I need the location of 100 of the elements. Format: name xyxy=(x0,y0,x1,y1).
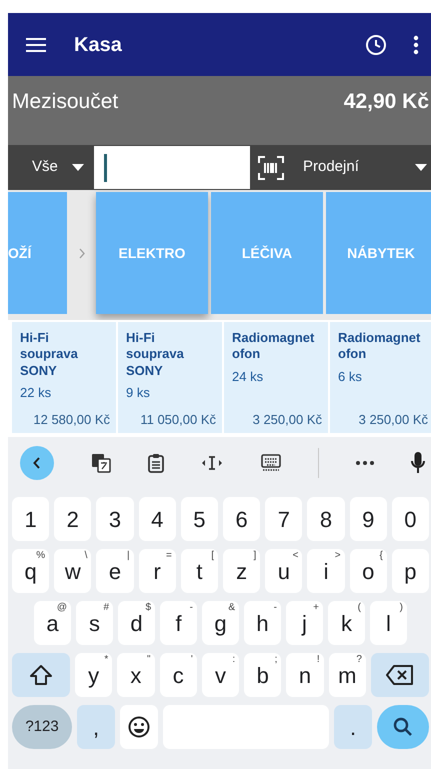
product-card[interactable]: Hi-Fi souprava SONY 22 ks 12 580,00 Kč xyxy=(12,322,116,433)
key-hint: + xyxy=(313,603,319,613)
key-hint: ] xyxy=(253,551,256,561)
keyboard-key[interactable]: u < xyxy=(265,549,302,593)
text-cursor-icon xyxy=(104,154,107,182)
keyboard-key[interactable]: t [ xyxy=(180,549,218,593)
keyboard-key[interactable]: 9 xyxy=(350,497,387,541)
backspace-key[interactable] xyxy=(370,653,429,697)
keyboard-key[interactable]: 7 xyxy=(265,497,302,541)
keyboard-key[interactable]: 4 xyxy=(138,497,176,541)
product-name: Radiomagnetofon xyxy=(232,330,316,362)
key-hint: @ xyxy=(56,603,67,613)
keyboard-key[interactable]: l ) xyxy=(370,601,407,645)
shift-arrow-icon xyxy=(29,664,53,686)
more-options-icon[interactable] xyxy=(413,34,419,54)
clock-icon[interactable] xyxy=(365,34,387,56)
smiley-icon xyxy=(128,716,150,738)
backspace-icon xyxy=(386,665,414,685)
key-hint: | xyxy=(127,551,130,561)
keyboard-key[interactable]: 6 xyxy=(223,497,260,541)
keyboard-key[interactable]: r = xyxy=(138,549,176,593)
key-hint: \ xyxy=(84,551,88,561)
shift-key[interactable] xyxy=(12,653,70,697)
keyboard-key[interactable]: d $ xyxy=(118,601,155,645)
back-button[interactable] xyxy=(20,446,54,480)
keyboard-key[interactable]: h - xyxy=(244,601,281,645)
product-stock: 24 ks xyxy=(232,368,264,386)
keyboard-icon[interactable] xyxy=(260,454,281,472)
keyboard-key[interactable]: z ] xyxy=(223,549,260,593)
product-card[interactable]: Hi-Fi souprava SONY 9 ks 11 050,00 Kč xyxy=(118,322,222,433)
keyboard-key[interactable]: 0 xyxy=(392,497,430,541)
keyboard-key[interactable]: g & xyxy=(202,601,239,645)
keyboard-key[interactable]: m ? xyxy=(328,653,366,697)
search-field[interactable] xyxy=(94,146,250,189)
comma-key[interactable]: , xyxy=(77,705,115,749)
key-hint: : xyxy=(232,655,236,665)
product-card[interactable]: Radiomagnetofon 6 ks 3 250,00 Kč xyxy=(330,322,431,433)
product-stock: 9 ks xyxy=(126,384,151,402)
text-cursor-move-icon[interactable] xyxy=(201,455,224,471)
chevron-left-icon xyxy=(33,457,41,469)
subtotal-label: Mezisoučet xyxy=(12,89,118,115)
emoji-key[interactable] xyxy=(120,705,158,749)
app-title: Kasa xyxy=(74,32,122,58)
keyboard-key[interactable]: 3 xyxy=(96,497,134,541)
product-card[interactable]: Radiomagnetofon 24 ks 3 250,00 Kč xyxy=(224,322,328,433)
more-icon[interactable] xyxy=(356,461,374,465)
product-name: Hi-Fi souprava SONY xyxy=(126,330,185,379)
keyboard-key[interactable]: 1 xyxy=(12,497,50,541)
key-hint: < xyxy=(292,551,298,561)
keyboard-key[interactable]: x " xyxy=(117,653,155,697)
keyboard-key[interactable]: v : xyxy=(202,653,240,697)
product-stock: 6 ks xyxy=(338,368,363,386)
key-hint: " xyxy=(147,655,151,665)
keyboard-key[interactable]: 8 xyxy=(307,497,345,541)
key-hint: % xyxy=(36,551,46,561)
keyboard-key[interactable]: o { xyxy=(350,549,387,593)
chevron-right-icon xyxy=(78,248,84,258)
translate-icon[interactable] xyxy=(91,453,112,473)
key-hint: ( xyxy=(358,603,361,613)
keyboard-key[interactable]: k ( xyxy=(328,601,365,645)
keyboard-key[interactable]: c ' xyxy=(160,653,197,697)
clipboard-icon[interactable] xyxy=(148,453,164,473)
key-hint: ! xyxy=(316,655,320,665)
keyboard-key[interactable]: q % xyxy=(12,549,50,593)
key-hint: $ xyxy=(145,603,151,613)
microphone-icon[interactable] xyxy=(410,452,425,474)
period-key[interactable]: . xyxy=(334,705,372,749)
product-stock: 22 ks xyxy=(20,384,52,402)
keyboard-key[interactable]: a @ xyxy=(34,601,71,645)
keyboard-key[interactable]: p xyxy=(392,549,430,593)
keyboard-key[interactable]: 5 xyxy=(180,497,218,541)
keyboard-key[interactable]: e | xyxy=(96,549,134,593)
key-hint: [ xyxy=(211,551,214,561)
subtotal-amount: 42,90 Kč xyxy=(344,89,429,115)
key-hint: ' xyxy=(190,655,193,665)
symbols-key[interactable]: ?123 xyxy=(12,705,72,749)
keyboard-key[interactable]: w \ xyxy=(54,549,92,593)
keyboard-key[interactable]: y * xyxy=(75,653,112,697)
keyboard-key[interactable]: j + xyxy=(286,601,323,645)
key-hint: & xyxy=(228,603,235,613)
keyboard-key[interactable]: i > xyxy=(307,549,345,593)
key-hint: ? xyxy=(356,655,362,665)
key-hint: - xyxy=(274,603,277,613)
menu-icon[interactable] xyxy=(26,36,46,52)
category-dropdown[interactable]: Vše xyxy=(8,156,94,179)
dropdown-arrow-icon xyxy=(72,164,84,171)
product-price: 11 050,00 Kč xyxy=(139,410,216,428)
keyboard-key[interactable]: b ; xyxy=(244,653,282,697)
key-hint: = xyxy=(166,551,172,561)
product-name: Radiomagnetofon xyxy=(338,330,422,362)
price-list-dropdown[interactable]: Prodejní xyxy=(303,156,431,179)
key-hint: > xyxy=(334,551,341,561)
keyboard-key[interactable]: n ! xyxy=(286,653,324,697)
keyboard-key[interactable]: f - xyxy=(160,601,197,645)
product-price: 3 250,00 Kč xyxy=(358,410,428,428)
barcode-scan-icon[interactable] xyxy=(258,156,284,180)
keyboard-key[interactable]: s # xyxy=(76,601,113,645)
key-hint: { xyxy=(379,551,383,561)
search-key[interactable] xyxy=(377,705,429,749)
keyboard-key[interactable]: 2 xyxy=(54,497,92,541)
